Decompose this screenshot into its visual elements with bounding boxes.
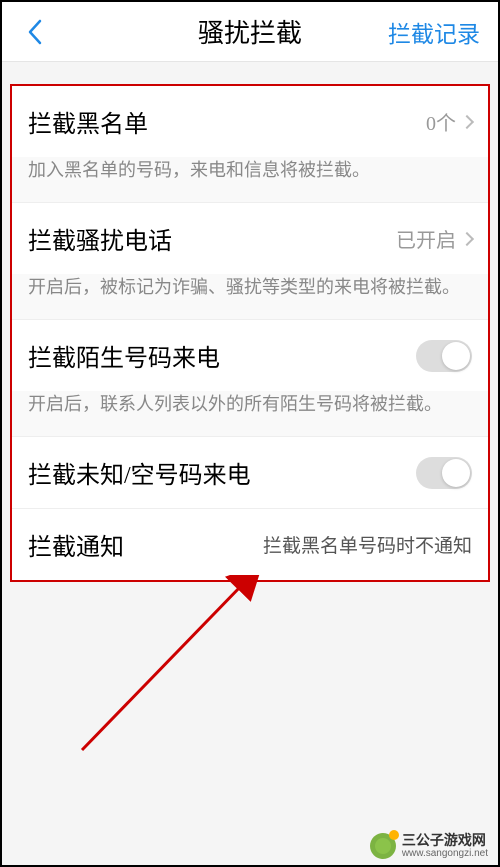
toggle-knob — [442, 459, 470, 487]
row-notify[interactable]: 拦截通知 拦截黑名单号码时不通知 — [12, 509, 488, 580]
row-label: 拦截通知 — [28, 527, 124, 562]
row-value: 已开启 — [396, 224, 472, 253]
watermark-url: www.sangongzi.net — [402, 848, 488, 859]
annotation-arrow — [62, 575, 282, 755]
app-frame: 骚扰拦截 拦截记录 拦截黑名单 0个 加入黑名单的号码，来电和信息将被拦截。 拦… — [0, 0, 500, 867]
row-label: 拦截陌生号码来电 — [28, 338, 220, 373]
watermark-name: 三公子游戏网 — [402, 833, 488, 848]
row-harass[interactable]: 拦截骚扰电话 已开启 — [12, 203, 488, 274]
row-desc: 开启后，联系人列表以外的所有陌生号码将被拦截。 — [12, 391, 488, 437]
chevron-right-icon — [460, 114, 474, 128]
row-stranger: 拦截陌生号码来电 — [12, 320, 488, 391]
page-title: 骚扰拦截 — [198, 13, 302, 50]
settings-panel: 拦截黑名单 0个 加入黑名单的号码，来电和信息将被拦截。 拦截骚扰电话 已开启 … — [10, 84, 490, 582]
header-bar: 骚扰拦截 拦截记录 — [2, 2, 498, 62]
row-desc: 加入黑名单的号码，来电和信息将被拦截。 — [12, 157, 488, 203]
row-blacklist[interactable]: 拦截黑名单 0个 — [12, 86, 488, 157]
watermark: 三公子游戏网 www.sangongzi.net — [370, 833, 488, 859]
toggle-knob — [442, 342, 470, 370]
header-right-link[interactable]: 拦截记录 — [388, 15, 480, 49]
row-desc: 开启后，被标记为诈骗、骚扰等类型的来电将被拦截。 — [12, 274, 488, 320]
watermark-icon — [370, 833, 396, 859]
back-button[interactable] — [20, 17, 50, 47]
back-icon — [27, 19, 43, 45]
row-label: 拦截骚扰电话 — [28, 221, 172, 256]
harass-status: 已开启 — [396, 224, 456, 253]
notify-value: 拦截黑名单号码时不通知 — [263, 531, 472, 558]
blacklist-count: 0个 — [426, 107, 456, 136]
row-value: 0个 — [426, 107, 472, 136]
chevron-right-icon — [460, 231, 474, 245]
row-label: 拦截黑名单 — [28, 104, 148, 139]
unknown-toggle[interactable] — [416, 457, 472, 489]
stranger-toggle[interactable] — [416, 340, 472, 372]
watermark-text: 三公子游戏网 www.sangongzi.net — [402, 833, 488, 859]
row-unknown: 拦截未知/空号码来电 — [12, 437, 488, 508]
row-label: 拦截未知/空号码来电 — [28, 455, 251, 490]
